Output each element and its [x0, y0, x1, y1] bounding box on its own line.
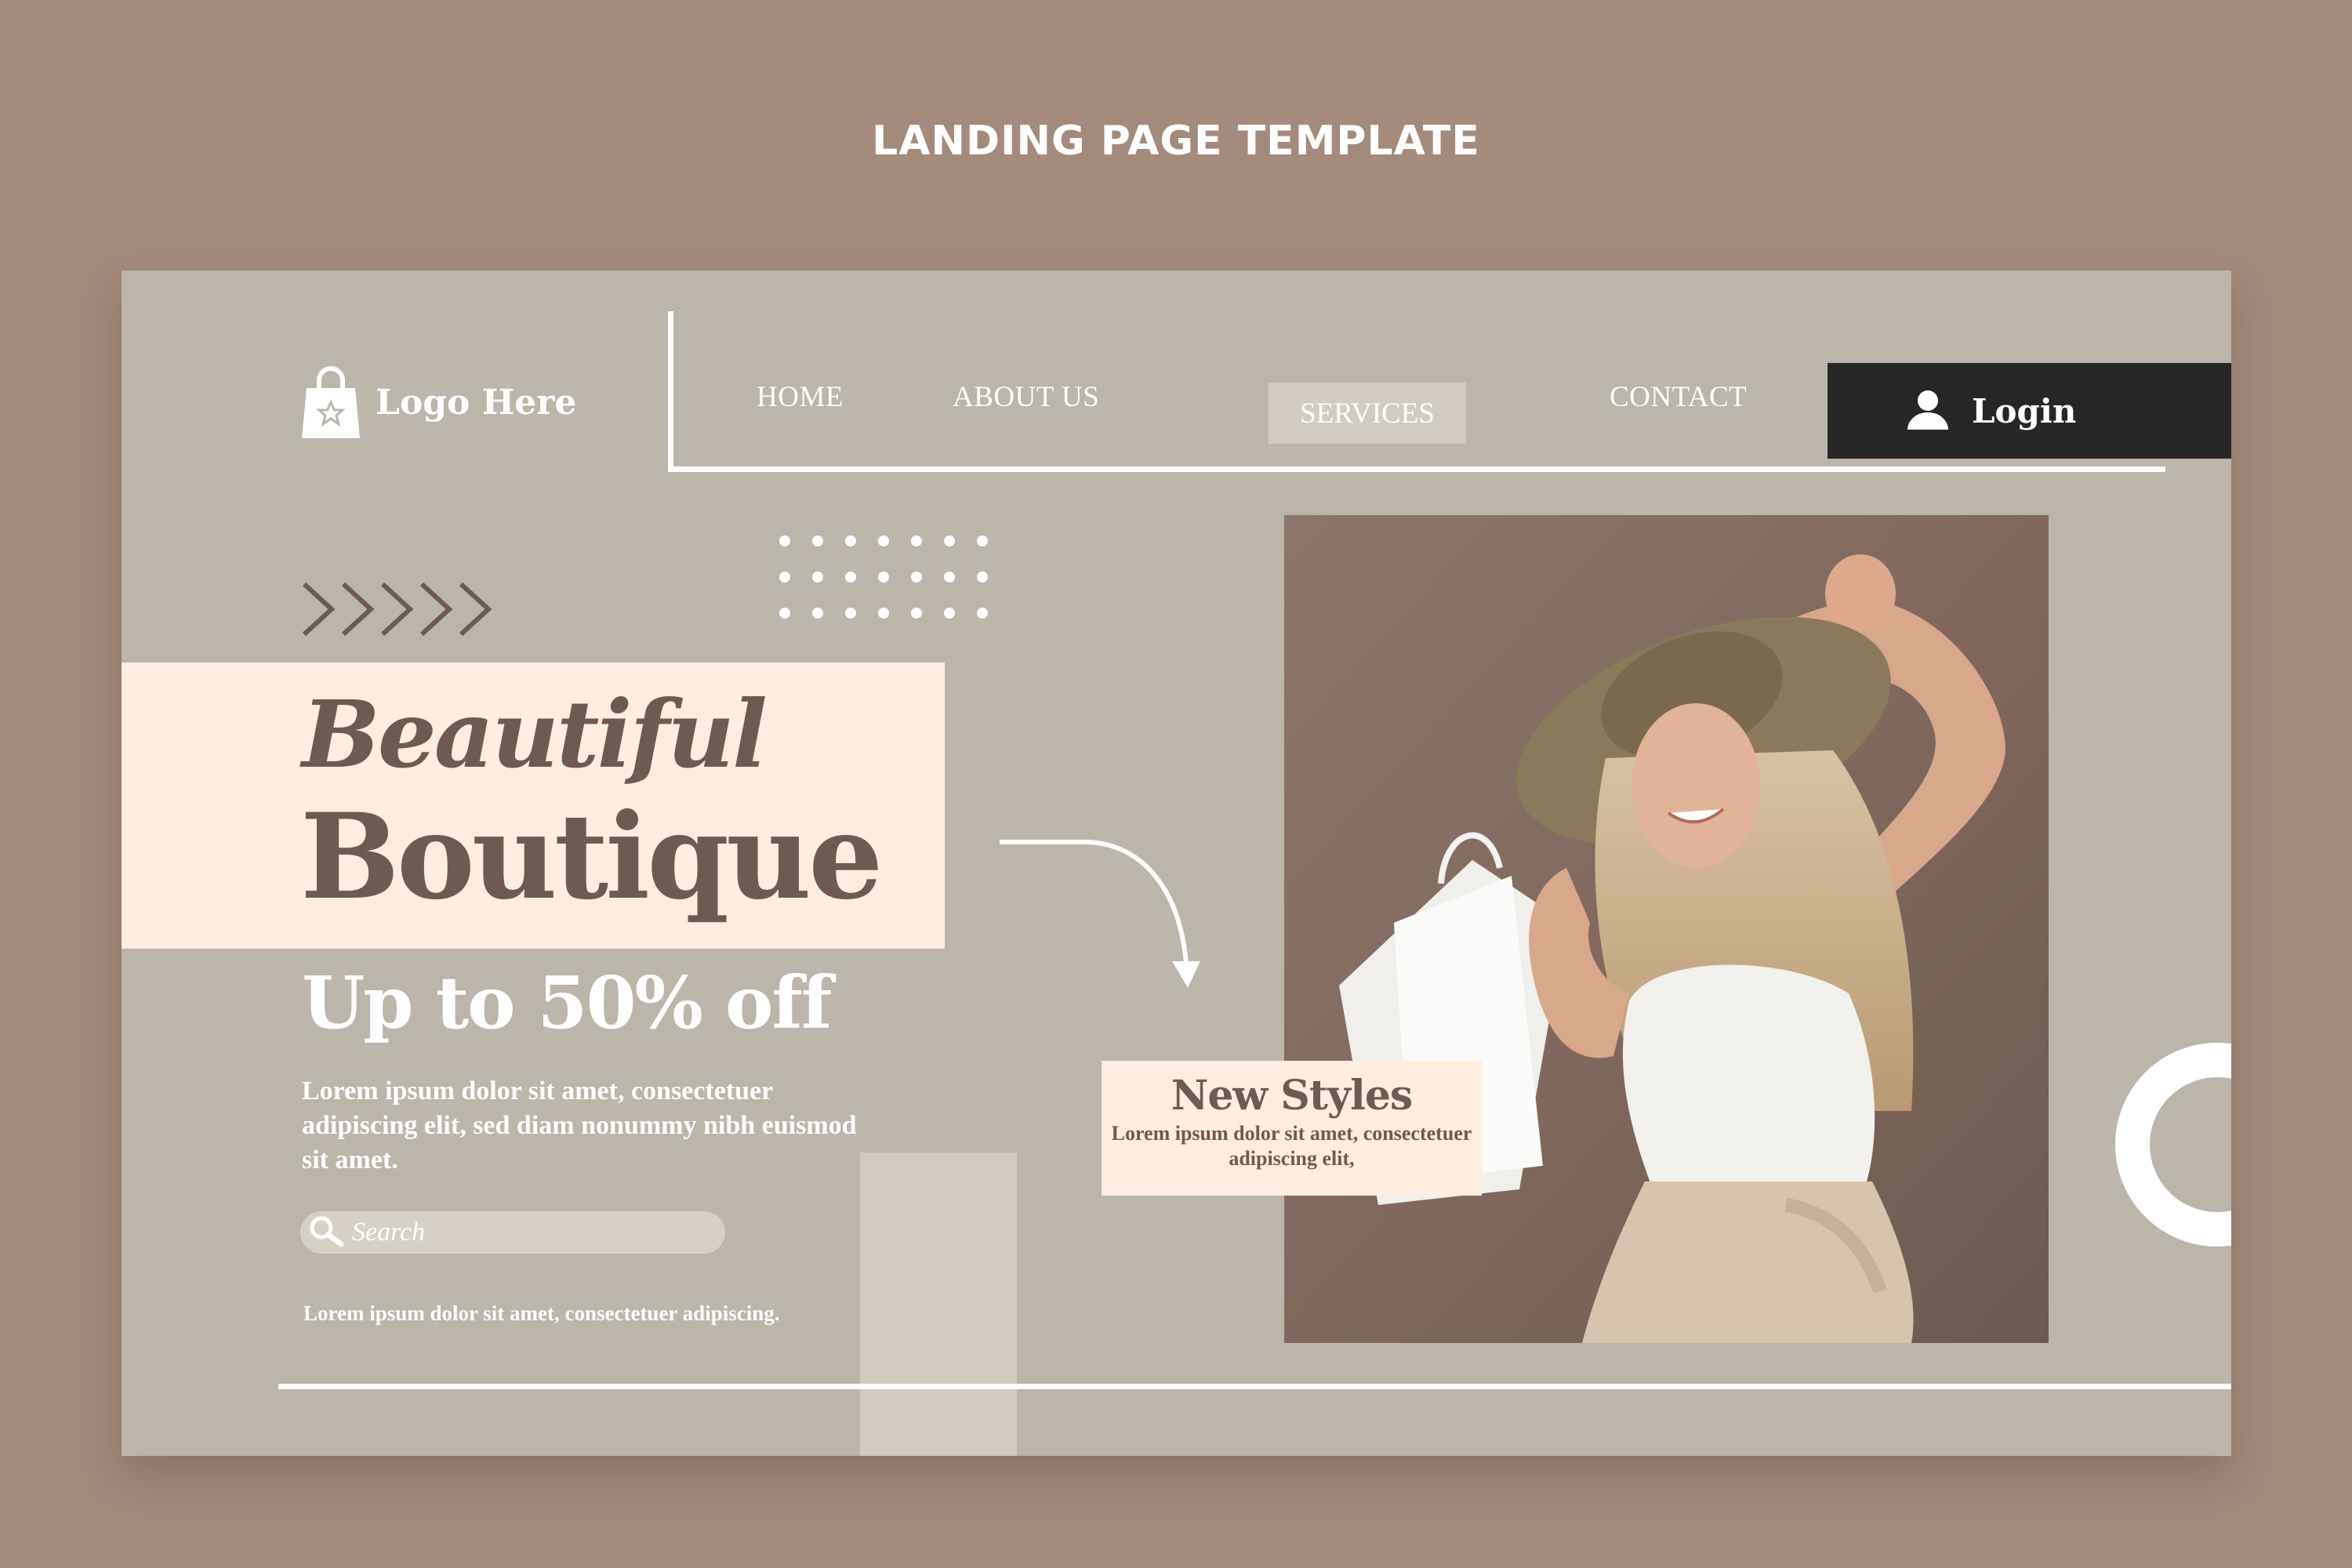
nav-divider-horizontal — [668, 466, 2165, 472]
hero-title-line2: Boutique — [300, 788, 884, 926]
login-button[interactable]: Login — [1828, 363, 2231, 459]
dot-grid — [777, 533, 996, 630]
bottom-divider — [278, 1384, 2231, 1389]
hero-title-line1: Beautiful — [302, 680, 768, 789]
search-input[interactable]: Search — [300, 1211, 725, 1254]
chevrons-icon — [300, 578, 512, 644]
new-styles-text: Lorem ipsum dolor sit amet, consectetuer… — [1111, 1122, 1472, 1170]
nav-about-us[interactable]: ABOUT US — [953, 380, 1099, 414]
user-icon — [1906, 389, 1950, 433]
logo[interactable]: Logo Here — [300, 365, 576, 440]
new-styles-title: New Styles — [1171, 1072, 1413, 1120]
panel-content: Logo Here HOME ABOUT US SERVICES CONTACT… — [122, 270, 2231, 1456]
nav-home[interactable]: HOME — [757, 380, 844, 414]
decorative-ring — [2115, 1043, 2231, 1247]
nav-contact[interactable]: CONTACT — [1610, 380, 1747, 414]
search-icon — [308, 1214, 344, 1250]
nav-divider-vertical — [668, 311, 673, 472]
shopping-bag-icon — [300, 365, 361, 440]
logo-text: Logo Here — [376, 382, 577, 423]
offer-headline: Up to 50% off — [302, 960, 832, 1045]
arrow-icon — [998, 837, 1210, 997]
hero-description: Lorem ipsum dolor sit amet, consectetuer… — [302, 1076, 857, 1174]
new-styles-card[interactable]: New Styles Lorem ipsum dolor sit amet, c… — [1102, 1061, 1482, 1196]
decorative-rectangle — [860, 1152, 1017, 1456]
footer-note: Lorem ipsum dolor sit amet, consectetuer… — [303, 1301, 780, 1325]
hero-photo — [1284, 515, 2049, 1343]
landing-page-panel: Logo Here HOME ABOUT US SERVICES CONTACT… — [122, 270, 2231, 1456]
page-heading: LANDING PAGE TEMPLATE — [872, 118, 1480, 165]
login-label: Login — [1972, 391, 2077, 430]
nav-services[interactable]: SERVICES — [1269, 383, 1466, 444]
search-placeholder: Search — [352, 1218, 426, 1247]
